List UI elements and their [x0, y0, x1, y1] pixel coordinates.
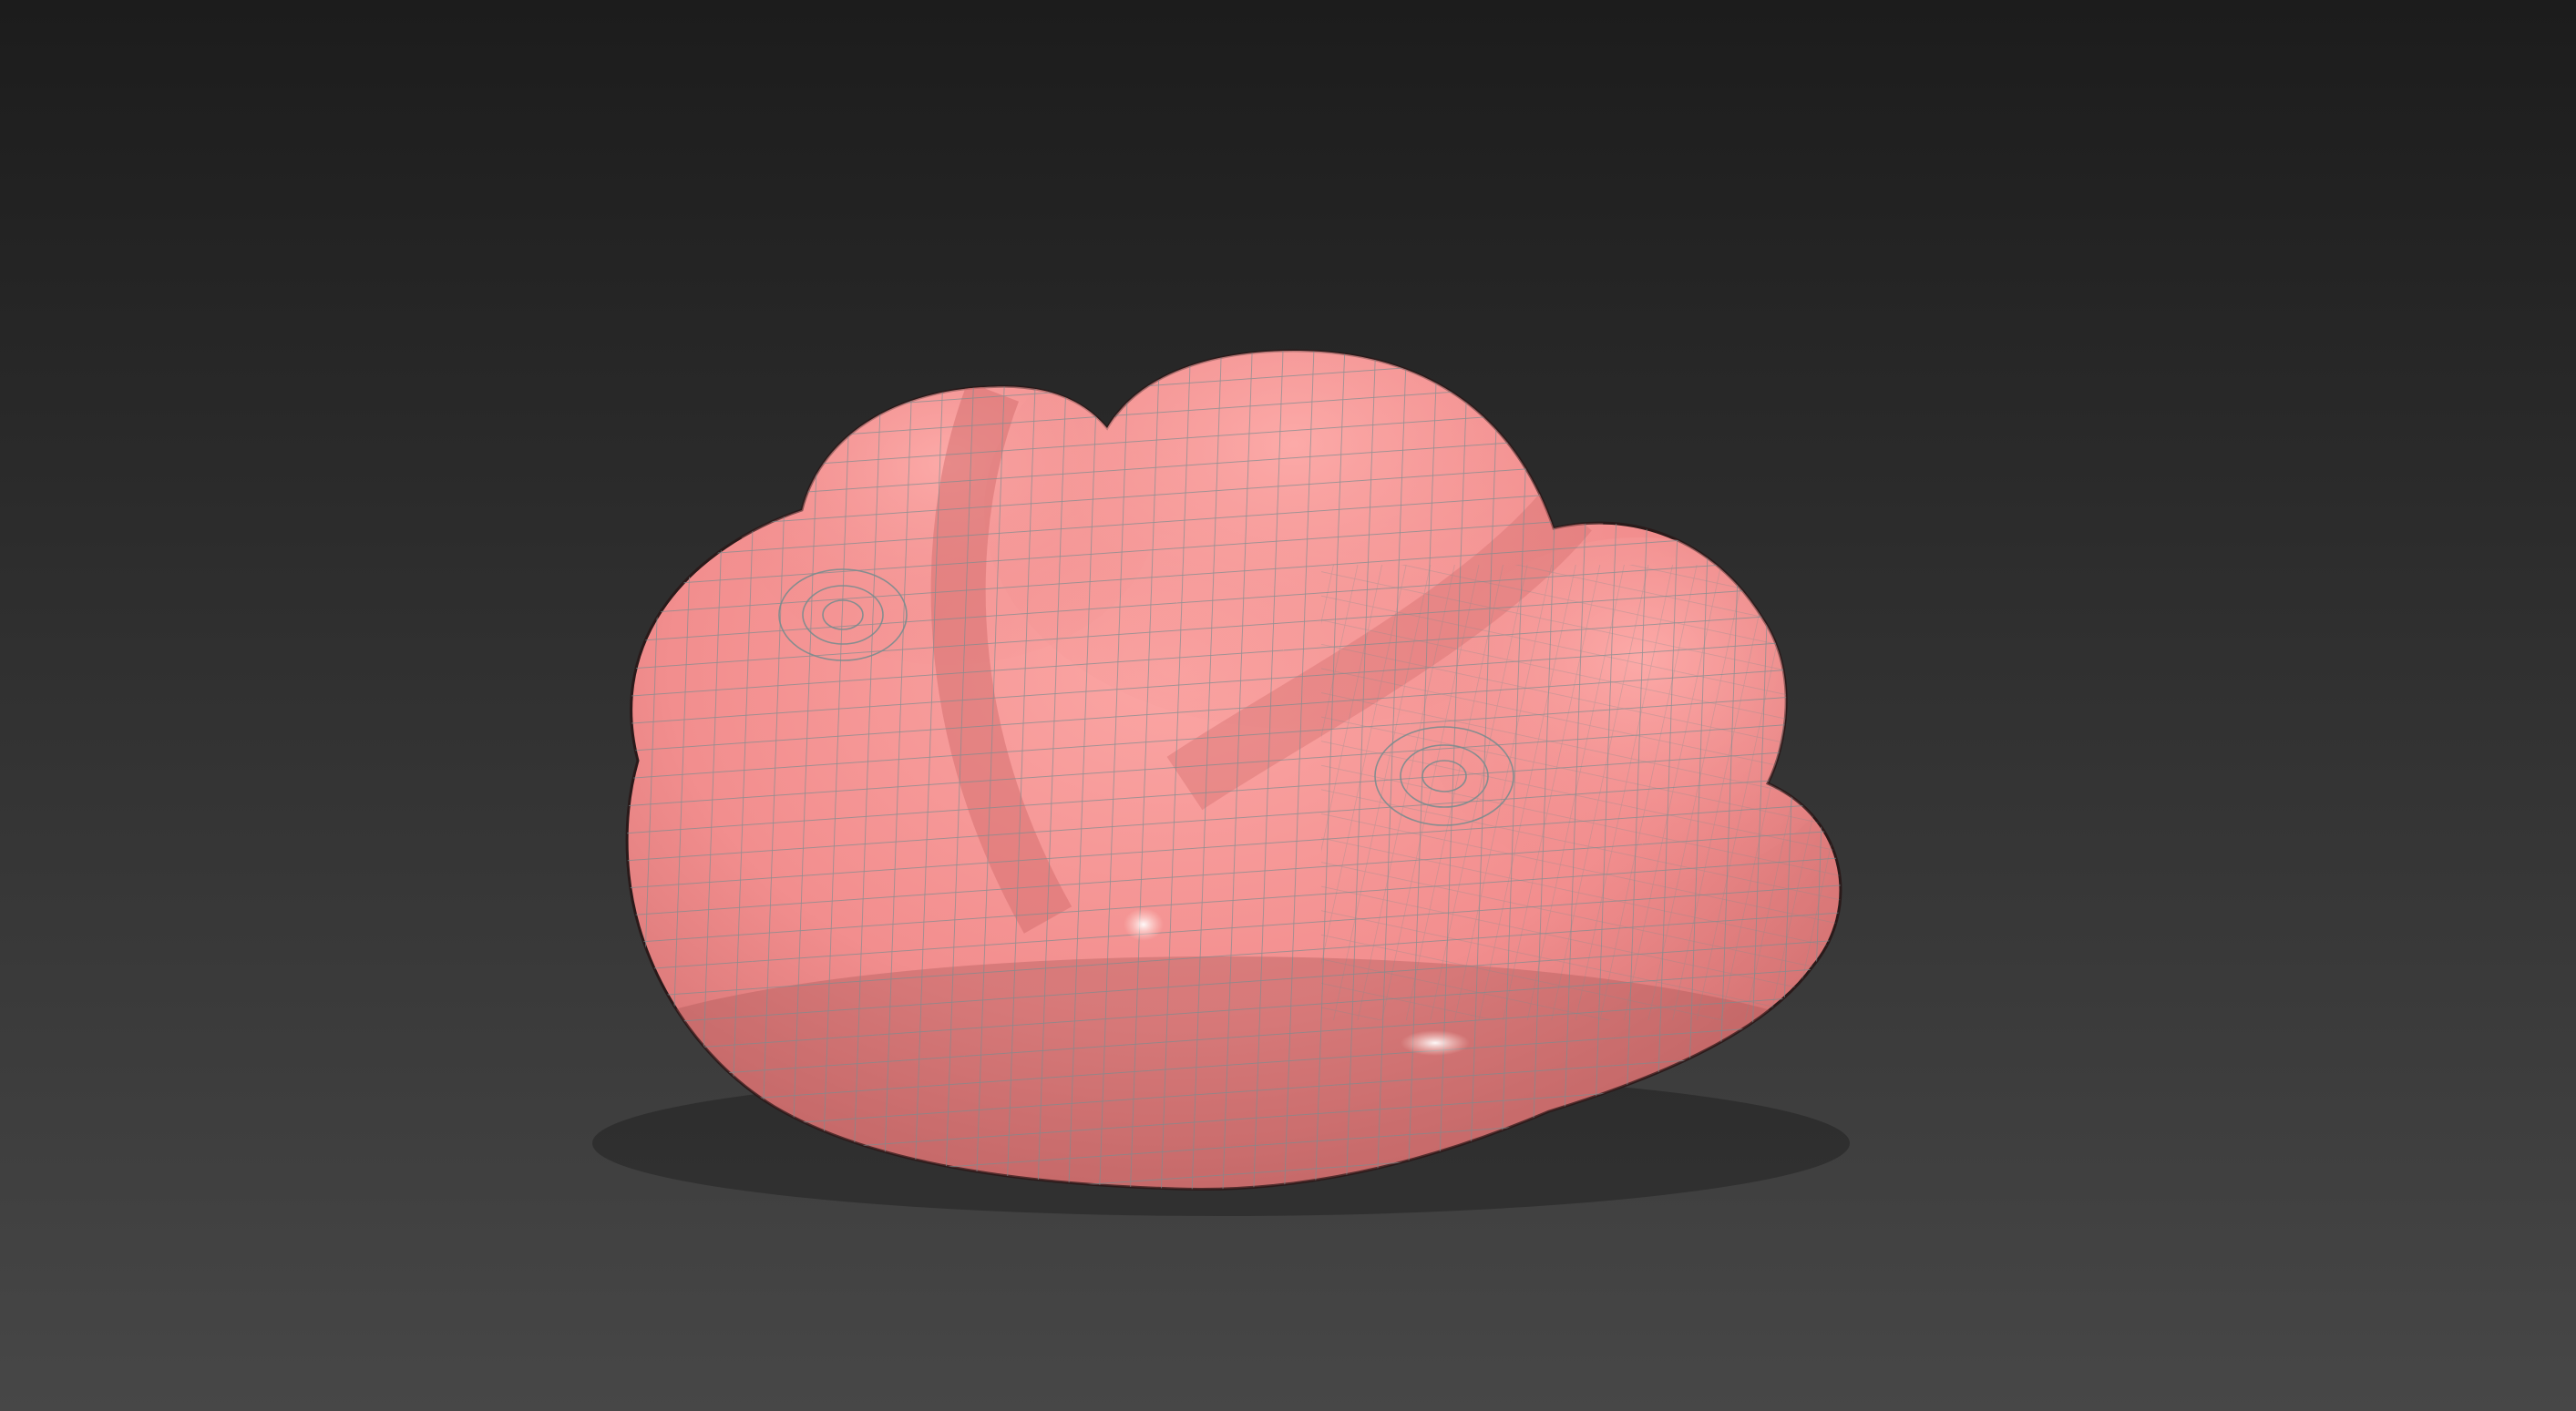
3d-viewport[interactable]: [0, 0, 2576, 1411]
specular-highlight-left: [1124, 908, 1164, 941]
mesh-shading: [627, 351, 1841, 1190]
specular-highlight-right: [1401, 1030, 1470, 1056]
cloud-cushion-mesh[interactable]: [565, 291, 1877, 1212]
viewport-scene[interactable]: [0, 0, 2576, 1411]
